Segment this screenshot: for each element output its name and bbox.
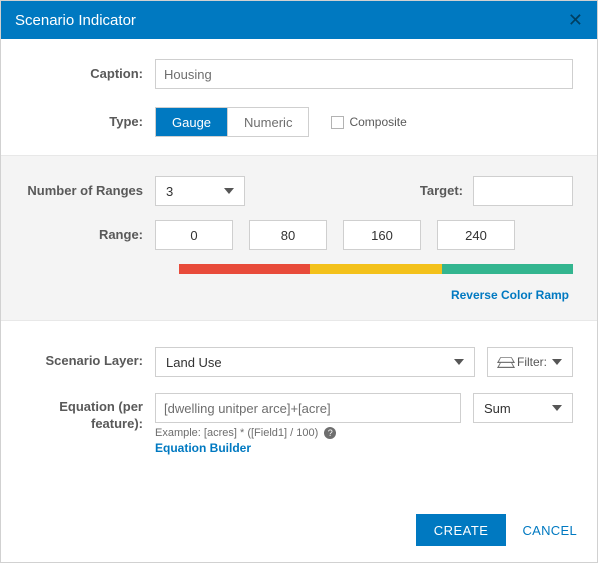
scenario-layer-value: Land Use — [166, 355, 222, 370]
range-stop-3[interactable] — [437, 220, 515, 250]
top-section: Caption: Type: Gauge Numeric Composite — [1, 39, 597, 155]
equation-builder-link[interactable]: Equation Builder — [155, 441, 573, 455]
equation-label: Equation (per feature): — [25, 393, 155, 433]
dialog-header: Scenario Indicator ✕ — [1, 1, 597, 39]
num-ranges-label: Number of Ranges — [25, 183, 155, 200]
layers-icon — [498, 356, 512, 368]
caption-label: Caption: — [25, 66, 155, 83]
scenario-indicator-dialog: Scenario Indicator ✕ Caption: Type: Gaug… — [0, 0, 598, 563]
aggregation-select[interactable]: Sum — [473, 393, 573, 423]
equation-example: Example: [acres] * ([Field1] / 100) ? — [155, 427, 573, 439]
ranges-panel: Number of Ranges 3 Target: Range: Revers… — [1, 155, 597, 321]
filter-button[interactable]: Filter: — [487, 347, 573, 377]
chevron-down-icon — [552, 359, 562, 365]
reverse-color-ramp-link[interactable]: Reverse Color Ramp — [25, 288, 569, 302]
close-icon[interactable]: ✕ — [568, 10, 583, 31]
filter-label: Filter: — [517, 355, 547, 369]
dialog-title: Scenario Indicator — [15, 12, 136, 29]
aggregation-value: Sum — [484, 401, 511, 416]
chevron-down-icon — [454, 359, 464, 365]
type-segmented: Gauge Numeric — [155, 107, 309, 137]
range-stop-1[interactable] — [249, 220, 327, 250]
target-input[interactable] — [473, 176, 573, 206]
caption-input[interactable] — [155, 59, 573, 89]
range-label: Range: — [25, 227, 155, 244]
chevron-down-icon — [552, 405, 562, 411]
create-button[interactable]: CREATE — [416, 514, 507, 546]
range-stop-0[interactable] — [155, 220, 233, 250]
num-ranges-select[interactable]: 3 — [155, 176, 245, 206]
target-label: Target: — [245, 183, 473, 200]
ramp-seg-0 — [179, 264, 310, 274]
dialog-footer: CREATE CANCEL — [1, 498, 597, 562]
checkbox-icon[interactable] — [331, 116, 344, 129]
help-icon[interactable]: ? — [324, 427, 336, 439]
type-numeric-button[interactable]: Numeric — [227, 108, 308, 136]
ramp-seg-2 — [442, 264, 573, 274]
scenario-layer-select[interactable]: Land Use — [155, 347, 475, 377]
ramp-seg-1 — [310, 264, 441, 274]
type-label: Type: — [25, 114, 155, 131]
type-gauge-button[interactable]: Gauge — [156, 108, 227, 136]
bottom-section: Scenario Layer: Land Use Filter: Equatio… — [1, 321, 597, 477]
composite-checkbox-wrap[interactable]: Composite — [331, 115, 406, 129]
scenario-layer-label: Scenario Layer: — [25, 347, 155, 370]
composite-label: Composite — [349, 115, 406, 129]
color-ramp — [179, 264, 573, 274]
range-inputs — [155, 220, 573, 250]
range-stop-2[interactable] — [343, 220, 421, 250]
equation-input[interactable] — [155, 393, 461, 423]
chevron-down-icon — [224, 188, 234, 194]
cancel-button[interactable]: CANCEL — [522, 523, 577, 538]
num-ranges-value: 3 — [166, 184, 173, 199]
